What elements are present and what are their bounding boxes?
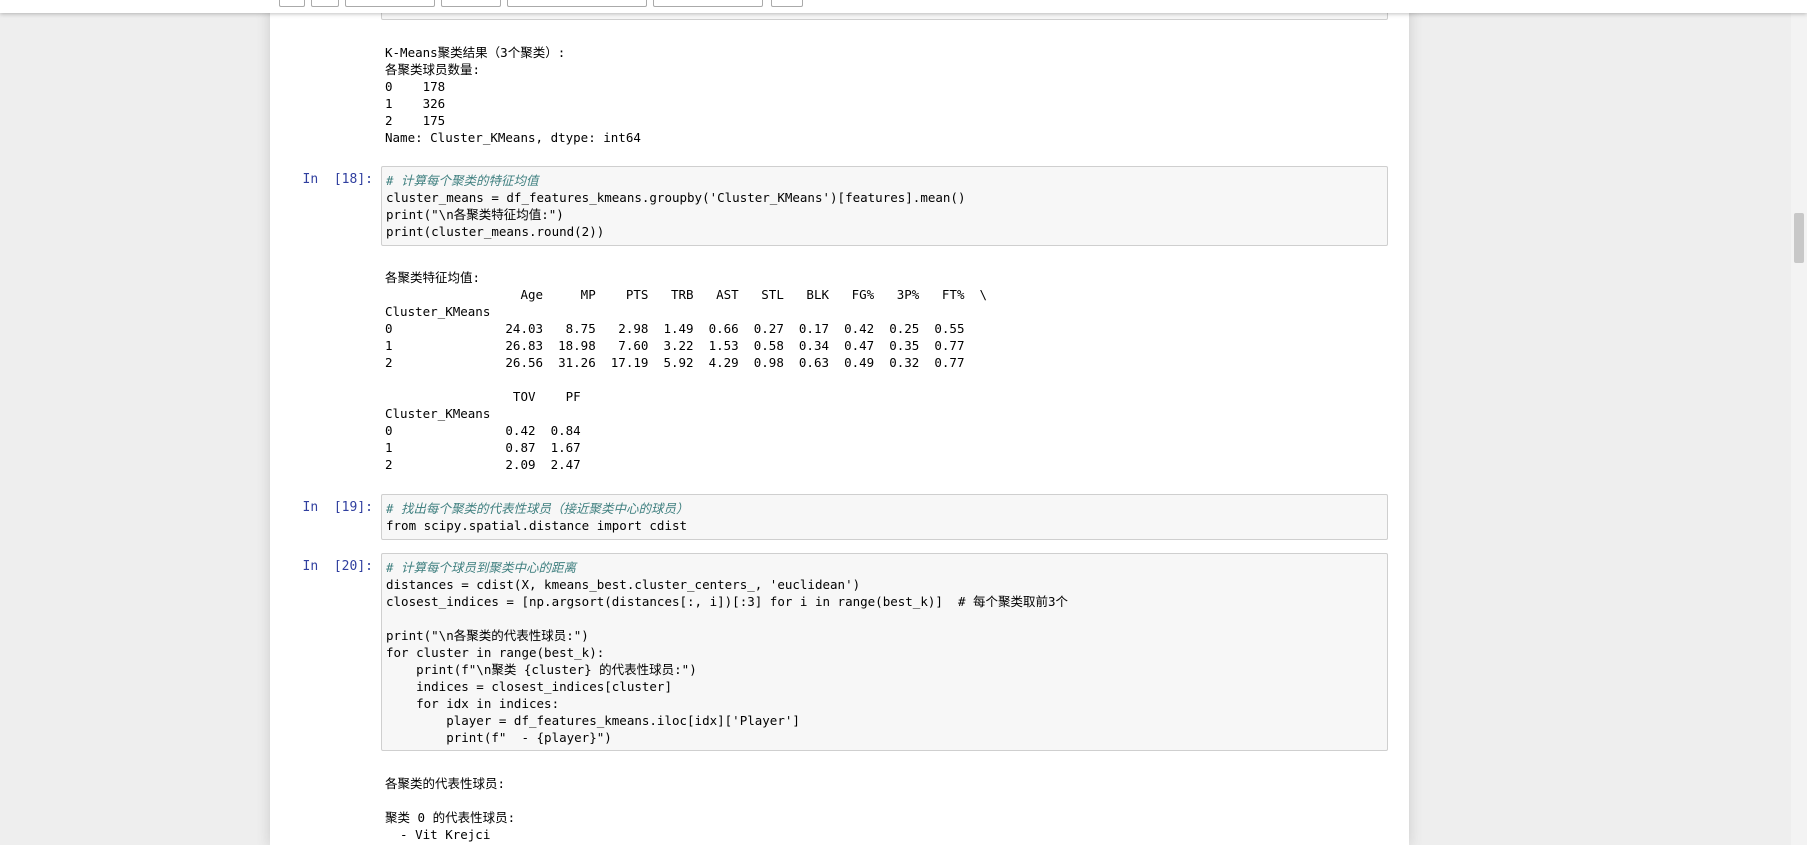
notebook-container: K-Means聚类结果（3个聚类）: 各聚类球员数量: 0 178 1 326 2 17… bbox=[270, 0, 1409, 845]
code-line: # 计算每个球员到聚类中心的距离 bbox=[386, 560, 577, 575]
output-line: 1 26.83 18.98 7.60 3.22 1.53 0.58 0.34 0… bbox=[385, 338, 965, 353]
save-button[interactable] bbox=[279, 0, 305, 7]
input-prompt: In [20]: bbox=[302, 559, 373, 574]
output-line: 0 24.03 8.75 2.98 1.49 0.66 0.27 0.17 0.… bbox=[385, 321, 965, 336]
run-buttons-group[interactable] bbox=[507, 0, 647, 7]
output-line: Cluster_KMeans bbox=[385, 304, 491, 319]
code-line: indices = closest_indices[cluster] bbox=[386, 679, 672, 694]
command-palette-button[interactable] bbox=[771, 0, 803, 7]
output-line: Cluster_KMeans bbox=[385, 406, 491, 421]
notebook-toolbar bbox=[0, 0, 1807, 13]
code-line: print("\n各聚类的代表性球员:") bbox=[386, 628, 589, 643]
code-line: print(cluster_means.round(2)) bbox=[386, 224, 605, 239]
output-line: 1 0.87 1.67 bbox=[385, 440, 581, 455]
output-line: 1 326 bbox=[385, 96, 446, 111]
output-line: - Vit Krejci bbox=[385, 827, 491, 842]
edit-buttons-group[interactable] bbox=[345, 0, 435, 7]
code-line: for cluster in range(best_k): bbox=[386, 645, 605, 660]
scrollbar-thumb[interactable] bbox=[1794, 213, 1804, 263]
output-line: 0 0.42 0.84 bbox=[385, 423, 581, 438]
output-line: 0 178 bbox=[385, 79, 446, 94]
code-line: player = df_features_kmeans.iloc[idx]['P… bbox=[386, 713, 800, 728]
output-text: 各聚类特征均值: Age MP PTS TRB AST STL BLK FG% … bbox=[385, 269, 987, 473]
add-cell-button[interactable] bbox=[311, 0, 339, 7]
input-prompt: In [19]: bbox=[302, 500, 373, 515]
code-line: for idx in indices: bbox=[386, 696, 560, 711]
input-prompt: In [18]: bbox=[302, 172, 373, 187]
output-line: 各聚类的代表性球员: bbox=[385, 776, 506, 791]
code-editor[interactable]: # 计算每个聚类的特征均值 cluster_means = df_feature… bbox=[381, 166, 1388, 246]
move-buttons-group[interactable] bbox=[441, 0, 501, 7]
output-line: 各聚类特征均值: bbox=[385, 270, 481, 285]
page-scrollbar[interactable] bbox=[1791, 0, 1807, 845]
code-line: distances = cdist(X, kmeans_best.cluster… bbox=[386, 577, 861, 592]
output-line: Name: Cluster_KMeans, dtype: int64 bbox=[385, 130, 641, 145]
code-line: print(f"\n聚类 {cluster} 的代表性球员:") bbox=[386, 662, 697, 677]
code-editor[interactable]: # 找出每个聚类的代表性球员（接近聚类中心的球员） from scipy.spa… bbox=[381, 494, 1388, 540]
code-line: print(f" - {player}") bbox=[386, 730, 612, 745]
code-line: print("\n各聚类特征均值:") bbox=[386, 207, 564, 222]
output-line: 2 26.56 31.26 17.19 5.92 4.29 0.98 0.63 … bbox=[385, 355, 965, 370]
output-line: 2 2.09 2.47 bbox=[385, 457, 581, 472]
output-text: 各聚类的代表性球员: 聚类 0 的代表性球员: - Vit Krejci bbox=[385, 775, 515, 843]
code-line: from scipy.spatial.distance import cdist bbox=[386, 518, 688, 533]
code-editor[interactable]: # 计算每个球员到聚类中心的距离 distances = cdist(X, km… bbox=[381, 553, 1388, 751]
cell-type-select[interactable] bbox=[653, 0, 763, 7]
code-line: # 计算每个聚类的特征均值 bbox=[386, 173, 539, 188]
output-line: TOV PF bbox=[385, 389, 581, 404]
code-line: closest_indices = [np.argsort(distances[… bbox=[386, 594, 1069, 609]
output-line: 2 175 bbox=[385, 113, 446, 128]
output-line: 各聚类球员数量: bbox=[385, 62, 481, 77]
output-text: K-Means聚类结果（3个聚类）: 各聚类球员数量: 0 178 1 326 2 17… bbox=[385, 44, 641, 146]
output-line: 聚类 0 的代表性球员: bbox=[385, 810, 516, 825]
code-line: cluster_means = df_features_kmeans.group… bbox=[386, 190, 966, 205]
output-line: K-Means聚类结果（3个聚类）: bbox=[385, 45, 566, 60]
output-line: Age MP PTS TRB AST STL BLK FG% 3P% FT% \ bbox=[385, 287, 988, 302]
code-line: # 找出每个聚类的代表性球员（接近聚类中心的球员） bbox=[386, 501, 689, 516]
